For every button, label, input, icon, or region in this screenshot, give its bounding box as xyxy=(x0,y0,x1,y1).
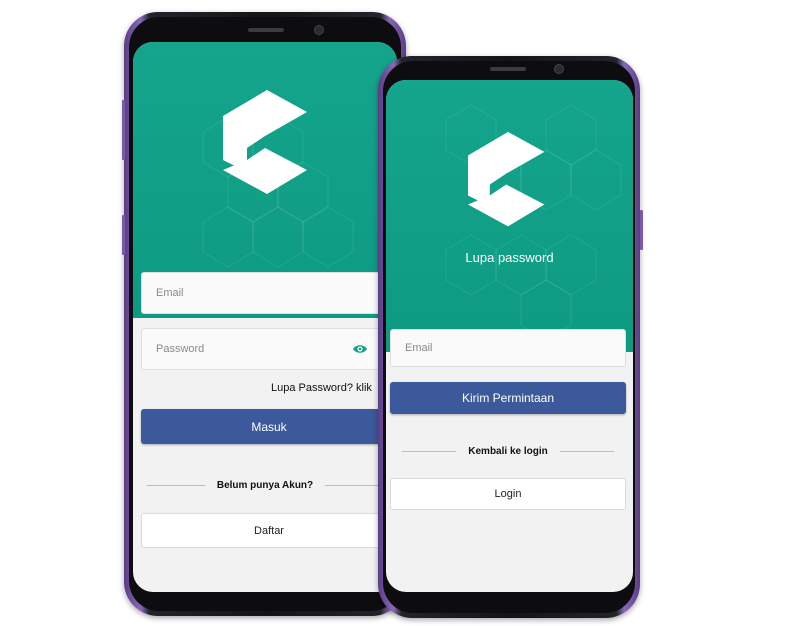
divider-line-right-2 xyxy=(559,451,614,452)
login-button-2-label: Login xyxy=(494,488,522,500)
forgot-password-row: Lupa Password? klik di xyxy=(271,382,387,394)
divider-line-left xyxy=(147,485,205,486)
phone2-side-button xyxy=(640,210,643,250)
email-field-2[interactable]: Email xyxy=(390,329,626,367)
forgot-password-text: Lupa Password? klik xyxy=(271,382,372,394)
password-field[interactable]: Password xyxy=(141,328,397,370)
front-camera-2 xyxy=(554,64,564,74)
send-request-label: Kirim Permintaan xyxy=(461,391,555,405)
forgot-hero: Lupa password xyxy=(386,80,633,352)
register-button-label: Daftar xyxy=(254,524,284,537)
divider-line-right xyxy=(325,485,383,486)
phone1-side-button-2 xyxy=(122,215,125,255)
password-placeholder: Password xyxy=(156,343,205,355)
email-placeholder-2: Email xyxy=(405,342,433,354)
no-account-text: Belum punya Akun? xyxy=(216,480,314,491)
app-logo-icon xyxy=(468,131,545,227)
email-field[interactable]: Email xyxy=(141,272,397,314)
front-camera xyxy=(314,25,324,35)
phone1-side-button xyxy=(122,100,125,160)
divider-line-left-2 xyxy=(402,451,457,452)
login-button-label: Masuk xyxy=(251,419,287,434)
back-to-login-divider: Kembali ke login xyxy=(402,446,614,457)
login-button-2[interactable]: Login xyxy=(390,478,626,510)
email-placeholder: Email xyxy=(156,287,184,299)
login-screen: Email Password Lupa Password? klik di Ma… xyxy=(133,42,397,592)
earpiece xyxy=(248,28,284,32)
eye-icon[interactable] xyxy=(352,343,368,355)
earpiece-2 xyxy=(490,67,526,71)
forgot-password-screen: Lupa password Email Kirim Permintaan Kem… xyxy=(386,80,633,592)
send-request-button[interactable]: Kirim Permintaan xyxy=(390,382,626,414)
no-account-divider: Belum punya Akun? xyxy=(147,480,383,491)
login-button[interactable]: Masuk xyxy=(141,409,397,444)
app-logo-icon xyxy=(223,90,307,194)
back-to-login-text: Kembali ke login xyxy=(468,446,548,457)
register-button[interactable]: Daftar xyxy=(141,513,397,548)
page-title: Lupa password xyxy=(465,250,554,265)
